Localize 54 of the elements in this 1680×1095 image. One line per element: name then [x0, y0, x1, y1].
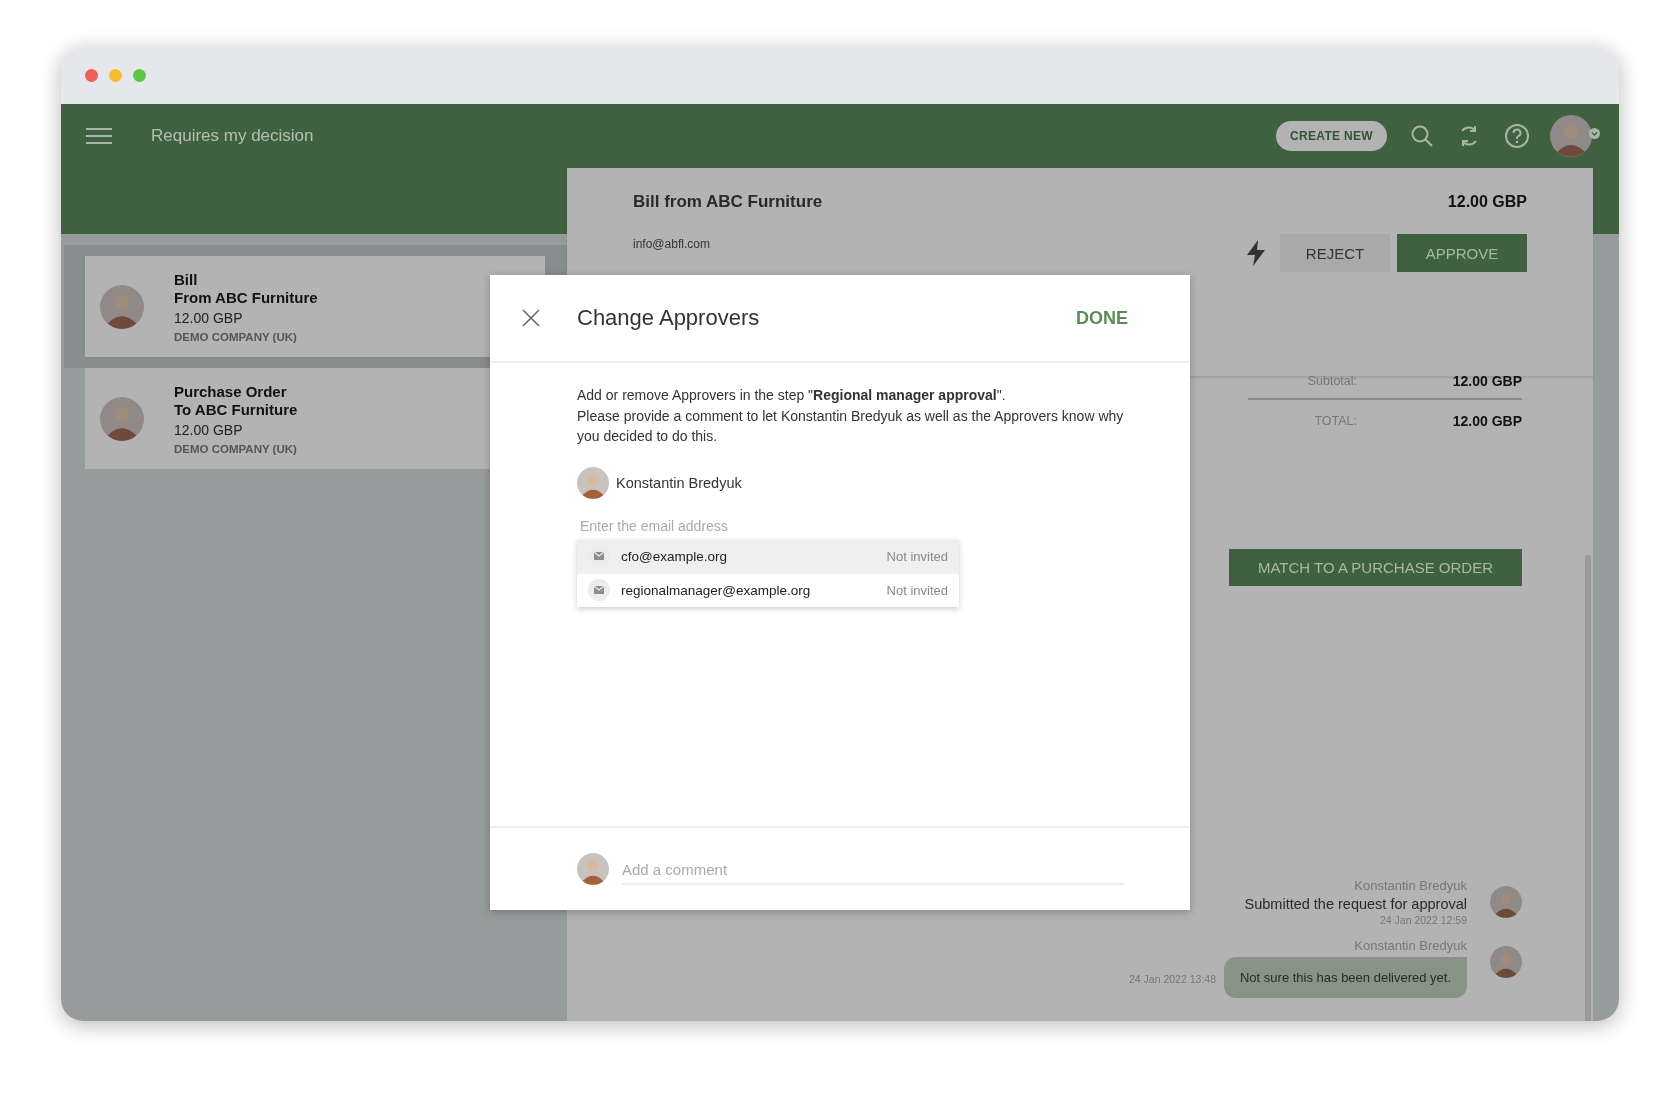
- done-button[interactable]: DONE: [1076, 307, 1128, 329]
- match-purchase-order-button[interactable]: MATCH TO A PURCHASE ORDER: [1229, 549, 1522, 586]
- user-avatar: [1550, 115, 1592, 157]
- invite-status: Not invited: [886, 548, 948, 564]
- total-label: TOTAL:: [1313, 414, 1358, 428]
- item-amount: 12.00 GBP: [174, 421, 244, 438]
- item-party: From ABC Furniture: [174, 288, 318, 307]
- document-amount: 12.00 GBP: [1447, 193, 1527, 211]
- menu-icon[interactable]: [86, 128, 112, 144]
- mail-icon: [588, 579, 610, 601]
- total-label: Subtotal:: [1306, 374, 1358, 388]
- chevron-icon[interactable]: [1589, 128, 1600, 139]
- item-type: Bill: [174, 270, 199, 289]
- author-name: Konstantin Bredyuk: [1354, 938, 1467, 953]
- dialog-message: Add or remove Approvers in the step "Regional manager approval". Please provide a comment to let Konstantin Bredyuk as well as the Approvers know why you decided to do this.: [577, 386, 1124, 446]
- suggestion-email: regionalmanager@example.org: [621, 582, 812, 598]
- suggestion-item[interactable]: regionalmanager@example.org Not invited: [577, 573, 959, 607]
- scrollbar[interactable]: [1585, 555, 1591, 1021]
- avatar-icon: [577, 466, 609, 499]
- avatar-icon: [577, 853, 609, 885]
- create-new-button[interactable]: CREATE NEW: [1276, 121, 1387, 151]
- avatar-icon: [1490, 886, 1522, 918]
- message-time: 24 Jan 2022 13:48: [1129, 972, 1216, 985]
- activity-text: Submitted the request for approval: [1244, 896, 1467, 912]
- lightning-icon[interactable]: [1246, 240, 1266, 266]
- item-company: DEMO COMPANY (UK): [174, 330, 298, 343]
- zoom-window-icon[interactable]: [133, 69, 146, 82]
- activity-time: 24 Jan 2022 12:59: [1380, 914, 1467, 926]
- close-window-icon[interactable]: [85, 69, 98, 82]
- suggestion-email: cfo@example.org: [621, 548, 728, 564]
- close-button[interactable]: [522, 309, 540, 327]
- approve-button[interactable]: APPROVE: [1397, 234, 1527, 272]
- vendor-email: info@abfl.com: [633, 237, 711, 251]
- item-type: Purchase Order: [174, 382, 288, 401]
- total-value: 12.00 GBP: [1451, 373, 1522, 389]
- suggestion-item[interactable]: cfo@example.org Not invited: [577, 539, 959, 574]
- avatar-icon: [100, 396, 144, 441]
- help-icon[interactable]: [1504, 123, 1530, 149]
- reject-button[interactable]: REJECT: [1280, 234, 1390, 272]
- avatar-icon: [100, 284, 144, 329]
- document-title: Bill from ABC Furniture: [633, 192, 823, 212]
- comment-bubble: Not sure this has been delivered yet.: [1224, 957, 1467, 998]
- item-amount: 12.00 GBP: [174, 309, 244, 326]
- close-icon: [522, 309, 540, 327]
- item-party: To ABC Furniture: [174, 400, 298, 419]
- avatar-icon: [1490, 946, 1522, 978]
- requester-name: Konstantin Bredyuk: [616, 474, 742, 491]
- invite-status: Not invited: [886, 582, 948, 598]
- item-company: DEMO COMPANY (UK): [174, 442, 298, 455]
- page-title: Requires my decision: [151, 126, 315, 146]
- dialog-title: Change Approvers: [577, 305, 761, 331]
- author-name: Konstantin Bredyuk: [1354, 878, 1467, 893]
- total-value: 12.00 GBP: [1451, 413, 1522, 429]
- search-icon[interactable]: [1410, 124, 1434, 148]
